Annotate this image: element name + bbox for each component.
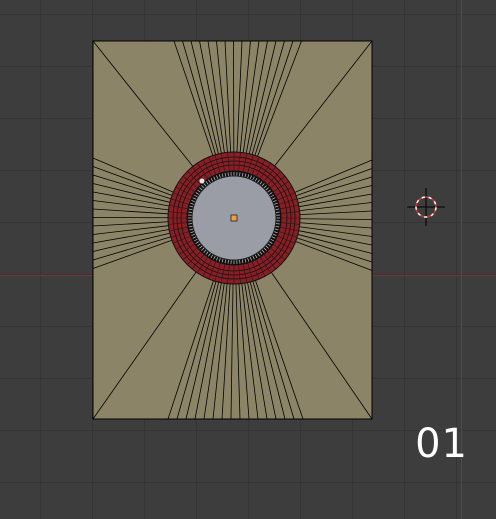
frame-number: 01	[415, 421, 468, 467]
object-origin-icon[interactable]	[230, 214, 238, 222]
3d-viewport[interactable]: 01	[0, 0, 496, 519]
vertex-highlight	[199, 178, 205, 184]
3d-cursor-icon[interactable]	[407, 188, 445, 226]
